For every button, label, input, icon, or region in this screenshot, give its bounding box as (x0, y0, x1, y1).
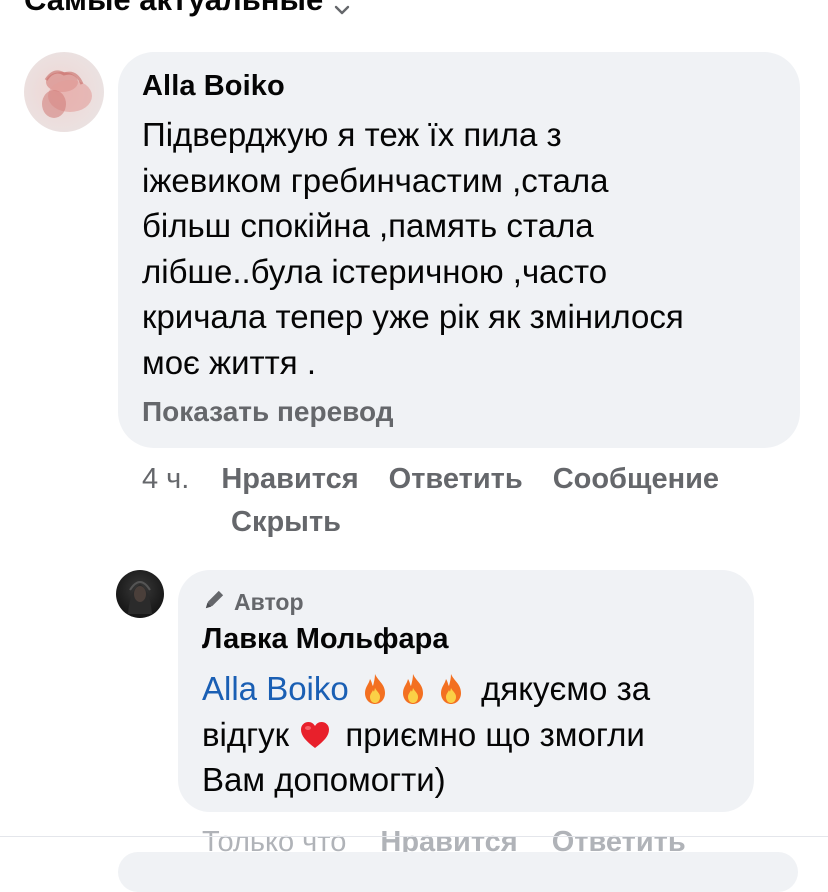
heart-icon (298, 718, 332, 752)
comment-timestamp[interactable]: 4 ч. (142, 463, 189, 495)
like-button[interactable]: Нравится (221, 463, 358, 495)
hide-button[interactable]: Скрыть (142, 501, 822, 544)
author-badge-label: Автор (234, 588, 304, 615)
comment-author[interactable]: Alla Boiko (142, 70, 285, 103)
message-button[interactable]: Сообщение (553, 463, 719, 495)
comment-text: Підверджую я теж їх пила з іжевиком греб… (142, 116, 684, 381)
avatar[interactable] (116, 570, 164, 618)
fire-icon (358, 672, 392, 706)
sort-dropdown[interactable]: Самые актуальные (24, 0, 351, 18)
mention-link[interactable]: Alla Boiko (202, 670, 349, 707)
pencil-icon (202, 586, 228, 618)
fire-icon (434, 672, 468, 706)
author-badge: Автор (202, 586, 304, 618)
reply-author[interactable]: Лавка Мольфара (202, 623, 448, 656)
comment-actions: 4 ч. Нравится Ответить Сообщение Скрыть (142, 458, 822, 544)
reply-text: Alla Boiko дякуємо за відгук приємно що … (202, 670, 651, 798)
reply-button[interactable]: Ответить (389, 463, 523, 495)
avatar[interactable] (24, 52, 104, 132)
divider (0, 836, 828, 837)
next-comment-bubble (118, 852, 798, 892)
fire-icon (396, 672, 430, 706)
show-translation-link[interactable]: Показать перевод (142, 396, 394, 428)
chevron-down-icon (333, 0, 351, 15)
sort-label: Самые актуальные (24, 0, 323, 18)
